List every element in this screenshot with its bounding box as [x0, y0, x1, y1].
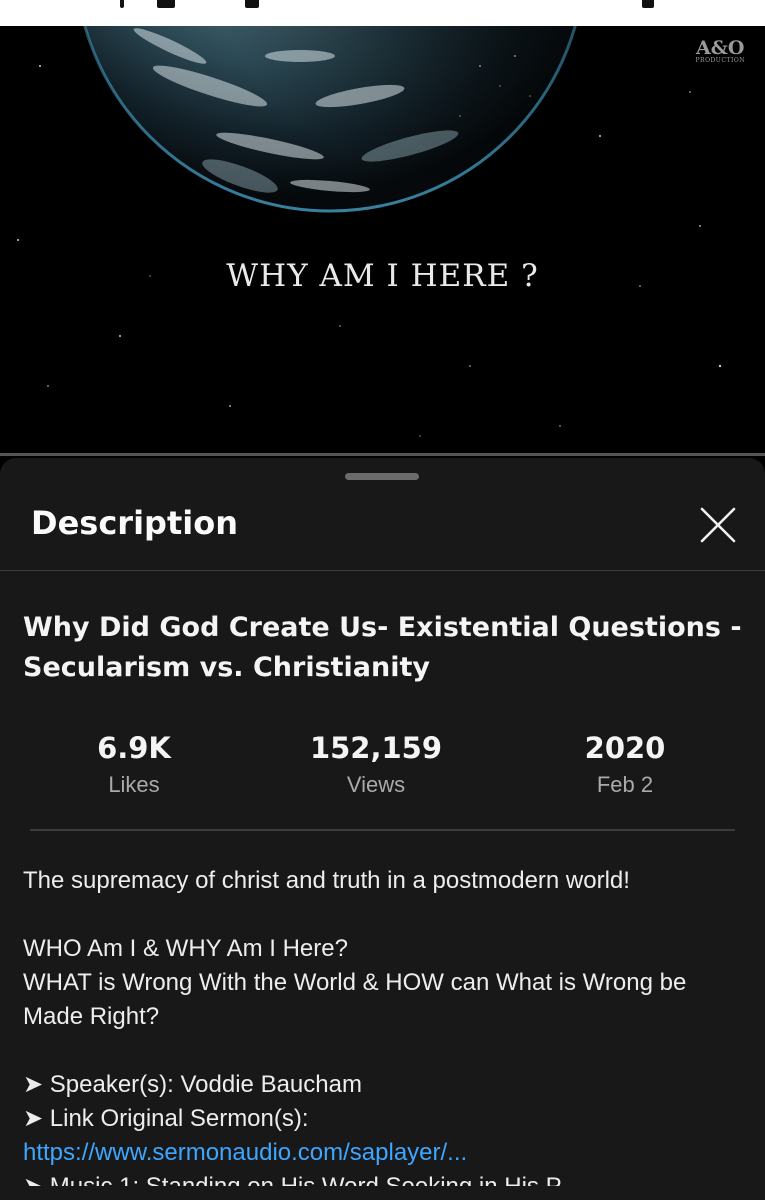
video-progress-bar[interactable]: [0, 453, 765, 456]
description-text: The supremacy of christ and truth in a p…: [23, 864, 745, 1186]
video-title: Why Did God Create Us- Existential Quest…: [23, 612, 742, 683]
close-button[interactable]: [697, 504, 739, 546]
views-count: 152,159: [309, 731, 443, 765]
upload-year: 2020: [584, 731, 666, 765]
upload-date: Feb 2: [596, 772, 654, 797]
sermon-link-label: ➤ Link Original Sermon(s):: [23, 1105, 309, 1132]
views-label: Views: [346, 772, 406, 797]
sermon-link[interactable]: https://www.sermonaudio.com/saplayer/...: [23, 1136, 745, 1170]
video-caption: WHY AM I HERE ?: [226, 258, 539, 294]
music-line: ➤ Music 1: Standing on His Word Seeking …: [23, 1170, 745, 1186]
description-line: WHAT is Wrong With the World & HOW can W…: [23, 969, 687, 1030]
earth-from-space-image: [0, 26, 765, 454]
video-player[interactable]: WHY AM I HERE ? A&O PRODUCTION: [0, 26, 765, 454]
description-line: WHO Am I & WHY Am I Here?: [23, 935, 348, 962]
header-divider: [0, 570, 765, 571]
channel-watermark-logo: A&O PRODUCTION: [695, 37, 745, 64]
likes-stat: 6.9K Likes: [24, 728, 244, 802]
likes-count: 6.9K: [97, 731, 171, 765]
stats-divider: [30, 829, 735, 831]
panel-header: Description: [0, 498, 765, 570]
date-stat: 2020 Feb 2: [515, 728, 735, 802]
status-bar: [0, 0, 765, 26]
speaker-line: ➤ Speaker(s): Voddie Baucham: [23, 1071, 362, 1098]
panel-title: Description: [31, 504, 238, 542]
close-icon: [700, 507, 736, 543]
likes-label: Likes: [108, 772, 160, 797]
video-stats: 6.9K Likes 152,159 Views 2020 Feb 2: [0, 728, 765, 808]
drag-handle[interactable]: [345, 473, 419, 480]
description-panel: Description Why Did God Create Us- Exist…: [0, 458, 765, 1200]
views-stat: 152,159 Views: [266, 728, 486, 802]
description-line: The supremacy of christ and truth in a p…: [23, 867, 630, 894]
